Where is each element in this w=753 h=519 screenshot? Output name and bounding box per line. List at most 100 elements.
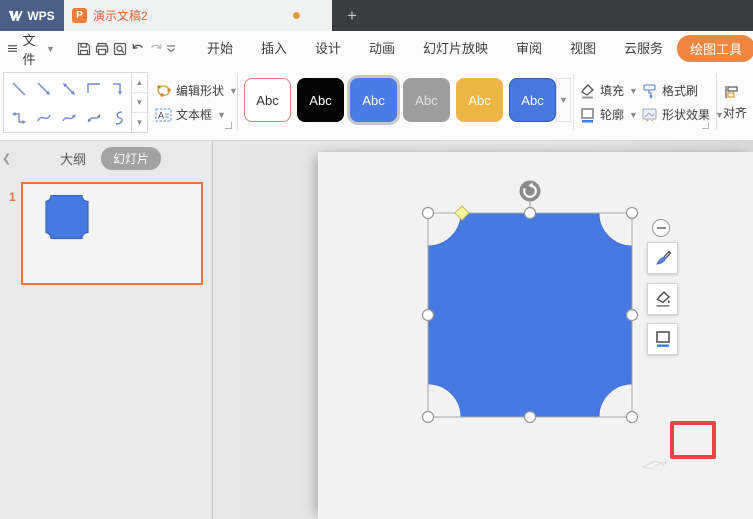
style-preset-2[interactable]: Abc (297, 78, 344, 122)
selected-shape-overlay (421, 180, 639, 424)
divider (237, 74, 238, 130)
editing-canvas[interactable] (213, 141, 753, 519)
save-button[interactable] (76, 38, 92, 60)
handle-top (523, 206, 537, 220)
shape-curve-connector[interactable] (31, 103, 56, 132)
tab-home[interactable]: 开始 (193, 31, 247, 66)
shape-elbow-double-arrow[interactable] (6, 103, 31, 132)
shape-arrow[interactable] (31, 74, 56, 103)
chevron-down-icon: ▼ (46, 43, 55, 54)
format-painter-button[interactable]: 格式刷 (641, 82, 724, 99)
shape-double-arrow[interactable] (56, 74, 81, 103)
brand-label: WPS (27, 8, 55, 23)
ribbon-tabs: 开始 插入 设计 动画 幻灯片放映 审阅 视图 云服务 (193, 31, 677, 66)
chevron-down-icon: ▼ (217, 109, 226, 120)
fill-label: 填充 (600, 84, 625, 98)
style-preset-6[interactable]: Abc (509, 78, 556, 122)
tab-design[interactable]: 设计 (301, 31, 355, 66)
wps-brand[interactable]: WPS (0, 0, 64, 31)
fill-bucket-icon (656, 291, 670, 307)
tab-animation[interactable]: 动画 (355, 31, 409, 66)
tab-outline[interactable]: 大纲 (60, 149, 86, 168)
style-preset-4[interactable]: Abc (403, 78, 450, 122)
tab-cloud[interactable]: 云服务 (610, 31, 677, 66)
outline-button[interactable]: 轮廓 ▼ (579, 106, 638, 123)
presets-more-button[interactable]: ▼ (556, 78, 571, 122)
style-presets: Abc Abc Abc Abc Abc Abc (244, 78, 556, 122)
file-menu-label: 文件 (22, 32, 36, 67)
outline-label: 轮廓 (600, 108, 625, 122)
tab-view[interactable]: 视图 (556, 31, 610, 66)
toolbar-more-button[interactable] (166, 38, 176, 60)
svg-text:A: A (158, 110, 164, 120)
text-box-label: 文本框 (176, 108, 213, 122)
print-button[interactable] (94, 38, 110, 60)
shape-curve-double-arrow[interactable] (82, 103, 107, 132)
style-preset-1[interactable]: Abc (244, 78, 291, 122)
highlight-annotation (670, 421, 716, 459)
wps-logo-icon (9, 10, 24, 21)
document-tab[interactable]: P 演示文稿2 (64, 0, 332, 31)
format-painter-icon (643, 83, 656, 98)
gallery-scroll-down-button[interactable]: ▼ (132, 93, 147, 113)
text-box-button[interactable]: A 文本框 ▼ (155, 106, 238, 123)
new-tab-button[interactable]: + (332, 0, 372, 31)
fill-button[interactable]: 填充 ▼ (579, 82, 638, 99)
slide-thumbnail[interactable] (21, 182, 203, 285)
collapse-panel-icon[interactable]: ❮ (2, 152, 11, 165)
slides-panel: ❮ 大纲 幻灯片 1 (0, 141, 213, 519)
align-button[interactable] (723, 84, 753, 100)
shape-elbow-connector[interactable] (82, 74, 107, 103)
chevron-down-icon: ▼ (629, 109, 638, 120)
titlebar: WPS P 演示文稿2 + (0, 0, 753, 31)
document-title: 演示文稿2 (93, 9, 148, 23)
text-box-icon: A (155, 107, 172, 122)
divider (716, 74, 717, 130)
plaque-shape[interactable] (427, 212, 633, 418)
shape-effects-label: 形状效果 (662, 108, 711, 122)
unsaved-dot-icon (293, 12, 300, 19)
panel-header: ❮ 大纲 幻灯片 (0, 141, 212, 175)
redo-button[interactable] (148, 38, 164, 60)
undo-button[interactable] (130, 38, 146, 60)
tab-drawing-tools[interactable]: 绘图工具 (677, 35, 753, 62)
gallery-more-button[interactable]: ▼ (132, 113, 147, 132)
shape-gallery-scroll: ▲ ▼ ▼ (131, 73, 147, 132)
rotate-handle-icon[interactable] (519, 180, 541, 202)
file-menu-button[interactable]: 文件 ▼ (8, 30, 55, 68)
tab-insert[interactable]: 插入 (247, 31, 301, 66)
style-preset-5[interactable]: Abc (456, 78, 503, 122)
tab-slides-active[interactable]: 幻灯片 (101, 146, 162, 170)
tab-slideshow[interactable]: 幻灯片放映 (409, 31, 502, 66)
hamburger-icon (8, 45, 18, 52)
tab-review[interactable]: 审阅 (502, 31, 556, 66)
align-label: 对齐 (723, 106, 748, 120)
menubar: 文件 ▼ 开始 插入 设计 动画 幻灯片放映 审阅 视图 云服务 绘图工具 (0, 30, 753, 68)
align-group: 对齐 ▼ (723, 72, 753, 133)
shape-toolbar: ▲ ▼ ▼ 编辑形状 ▼ A 文本框 ▼ Abc Abc Abc Abc Abc… (0, 66, 753, 141)
dialog-launcher-icon[interactable] (225, 122, 232, 129)
edit-shape-button[interactable]: 编辑形状 ▼ (155, 82, 238, 99)
dialog-launcher-icon[interactable] (702, 122, 709, 129)
collapse-quickbar-button[interactable] (652, 219, 670, 237)
shape-effects-button[interactable]: 形状效果 ▼ (641, 106, 724, 123)
handle-bottom (523, 410, 537, 424)
chevron-down-icon: ▼ (629, 85, 638, 96)
thumbnail-plaque-shape (45, 195, 89, 240)
quick-outline-button[interactable] (647, 323, 678, 355)
format-painter-label: 格式刷 (662, 84, 699, 98)
handle-top-right (625, 206, 639, 220)
edit-shape-icon (157, 85, 171, 97)
shape-freeform-s[interactable] (107, 103, 132, 132)
shape-elbow-arrow[interactable] (107, 74, 132, 103)
quick-style-brush-button[interactable] (647, 242, 678, 274)
style-preset-3-selected[interactable]: Abc (350, 78, 397, 122)
quick-fill-button[interactable] (647, 283, 678, 315)
handle-right (625, 308, 639, 322)
minus-icon (656, 227, 666, 229)
gallery-scroll-up-button[interactable]: ▲ (132, 73, 147, 93)
shape-line[interactable] (6, 74, 31, 103)
shape-curve-arrow[interactable] (56, 103, 81, 132)
shape-effects-icon (642, 108, 657, 122)
print-preview-button[interactable] (112, 38, 128, 60)
